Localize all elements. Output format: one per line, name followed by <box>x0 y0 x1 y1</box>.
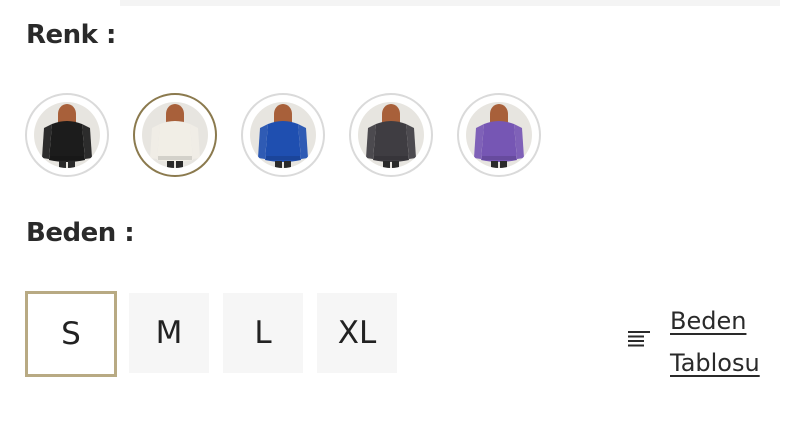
product-thumbnail <box>358 102 424 168</box>
color-swatch-cream[interactable] <box>133 93 217 177</box>
color-swatch-purple[interactable] <box>457 93 541 177</box>
color-swatch-black[interactable] <box>25 93 109 177</box>
color-swatch-anthracite[interactable] <box>349 93 433 177</box>
product-thumbnail <box>34 102 100 168</box>
size-chart-label: Beden Tablosu <box>670 307 760 377</box>
product-thumbnail <box>250 102 316 168</box>
text-lines-icon <box>628 331 650 351</box>
product-thumbnail <box>466 102 532 168</box>
size-chart-link[interactable]: Beden Tablosu <box>628 300 780 384</box>
size-section-label: Beden : <box>26 218 135 248</box>
size-option-m[interactable]: M <box>129 293 209 373</box>
size-option-xl[interactable]: XL <box>317 293 397 373</box>
color-section-label: Renk : <box>26 20 116 50</box>
product-thumbnail <box>142 102 208 168</box>
top-divider <box>120 0 780 6</box>
color-swatch-blue[interactable] <box>241 93 325 177</box>
size-option-l[interactable]: L <box>223 293 303 373</box>
size-option-s[interactable]: S <box>25 291 117 377</box>
